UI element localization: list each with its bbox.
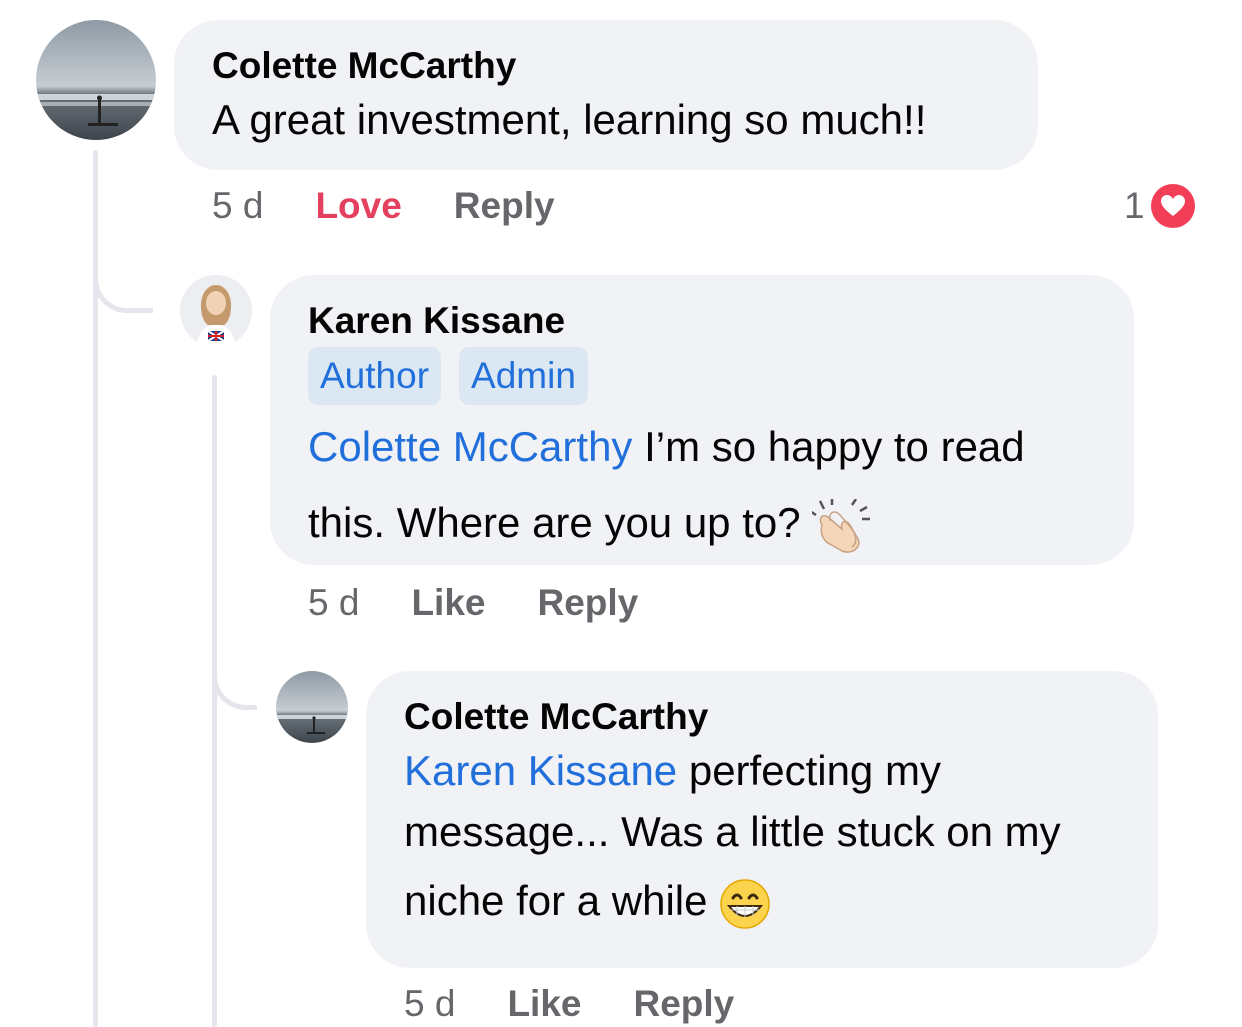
comment-text-line: Karen Kissane perfecting my xyxy=(404,739,1120,803)
comment-text-line: message... Was a little stuck on my xyxy=(404,808,1061,855)
reaction-count: 1 xyxy=(1124,185,1145,226)
comment-author[interactable]: Karen Kissane xyxy=(308,299,1096,343)
comment-actions: 5 d Like Reply xyxy=(308,582,638,624)
reaction-badge xyxy=(1148,182,1197,230)
thread-connector-reply-2 xyxy=(212,640,257,710)
clapping-hands-emoji xyxy=(812,498,871,553)
reply-button[interactable]: Reply xyxy=(537,582,638,624)
avatar-sea-photo xyxy=(36,20,156,140)
comment-actions: 5 d Like Reply xyxy=(404,983,734,1025)
comment-bubble[interactable]: Colette McCarthy A great investment, lea… xyxy=(174,20,1038,170)
comment-text: I’m so happy to read xyxy=(632,423,1025,470)
thread-connector-reply-1 xyxy=(93,245,153,313)
mention-link[interactable]: Colette McCarthy xyxy=(308,423,632,470)
avatar-portrait-photo xyxy=(180,275,252,347)
comment-time[interactable]: 5 d xyxy=(212,185,263,227)
comment-author[interactable]: Colette McCarthy xyxy=(212,44,1000,88)
avatar[interactable] xyxy=(180,275,252,347)
comment-text-line: this. Where are you up to? xyxy=(308,483,1096,563)
grinning-face-emoji xyxy=(720,879,770,929)
thread-line-reply xyxy=(212,375,217,1027)
admin-badge: Admin xyxy=(459,347,588,405)
comment-text: niche for a while xyxy=(404,877,708,924)
mention-link[interactable]: Karen Kissane xyxy=(404,747,677,794)
comment-bubble[interactable]: Colette McCarthy Karen Kissane perfectin… xyxy=(366,671,1158,968)
avatar-sea-photo xyxy=(276,671,348,743)
comment-time[interactable]: 5 d xyxy=(404,983,455,1025)
author-badge: Author xyxy=(308,347,442,405)
avatar[interactable] xyxy=(36,20,156,140)
author-badges: Author Admin xyxy=(308,347,1096,405)
comment-text: A great investment, learning so much!! xyxy=(212,96,927,143)
like-button[interactable]: Like xyxy=(411,582,485,624)
heart-icon xyxy=(1160,195,1185,216)
comment-actions: 5 d Love Reply xyxy=(212,185,555,227)
comment-text-line: Colette McCarthy I’m so happy to read xyxy=(308,411,1096,483)
reaction-summary[interactable]: 1 xyxy=(1124,182,1197,230)
avatar[interactable] xyxy=(276,671,348,743)
comment-bubble[interactable]: Karen Kissane Author Admin Colette McCar… xyxy=(270,275,1134,565)
comment-author[interactable]: Colette McCarthy xyxy=(404,695,1120,739)
like-button[interactable]: Like xyxy=(507,983,581,1025)
comment-time[interactable]: 5 d xyxy=(308,582,359,624)
reply-button[interactable]: Reply xyxy=(633,983,734,1025)
comment-text-line: niche for a while xyxy=(404,861,1120,941)
comment-text: this. Where are you up to? xyxy=(308,499,801,546)
comment-text: perfecting my xyxy=(677,747,941,794)
reply-button[interactable]: Reply xyxy=(454,185,555,227)
love-button[interactable]: Love xyxy=(315,185,401,227)
